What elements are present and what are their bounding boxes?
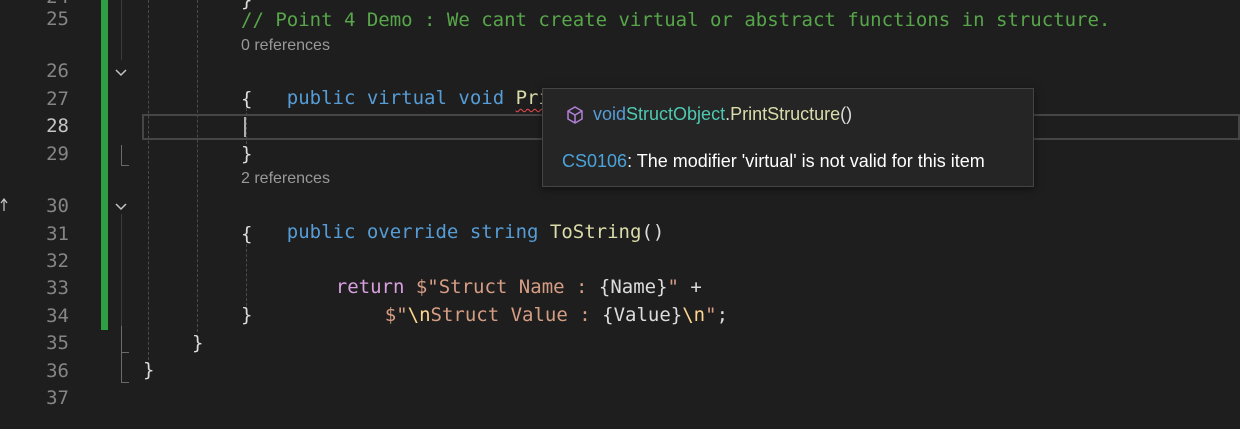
outline-bracket	[121, 145, 129, 166]
fold-chevron-icon[interactable]	[113, 198, 129, 214]
line-number-32: 32	[46, 250, 69, 272]
escape-sequence: \n	[407, 304, 431, 326]
fold-chevron-icon[interactable]	[113, 64, 129, 80]
keyword-public: public	[286, 87, 356, 109]
keyword-public: public	[286, 221, 356, 243]
code-line-29: }	[241, 143, 253, 165]
outline-guide	[121, 214, 122, 326]
line-number-27: 27	[46, 88, 69, 110]
line-number-37: 37	[46, 387, 69, 409]
method-name: ToString	[549, 221, 642, 243]
quick-info-tooltip: void StructObject. PrintStructure() CS010…	[542, 88, 1034, 187]
string-literal: $"	[384, 304, 408, 326]
code-line-36: }	[143, 359, 155, 381]
tooltip-error-message: CS0106: The modifier 'virtual' is not va…	[562, 151, 985, 172]
outline-bracket	[121, 326, 129, 353]
error-text: : The modifier 'virtual' is not valid fo…	[627, 151, 985, 171]
keyword-string: string	[469, 221, 539, 243]
code-editor[interactable]: 24 25 26 27 28 29 30 31 32 33 34 35 36 3…	[0, 0, 1240, 429]
line-number-36: 36	[46, 360, 69, 382]
code-lens-references[interactable]: 0 references	[241, 37, 330, 55]
escape-sequence: \n	[682, 304, 706, 326]
keyword-virtual: virtual	[366, 87, 447, 109]
tooltip-paren: ()	[840, 104, 853, 124]
line-number-25: 25	[46, 8, 69, 30]
string-literal: Struct Value :	[430, 304, 603, 326]
indent-guide	[148, 0, 149, 360]
code-line-25-comment: // Point 4 Demo : We cant create virtual…	[241, 9, 1111, 31]
tooltip-return-type: void	[593, 104, 627, 124]
line-number-24: 24	[0, 0, 69, 8]
line-number-30: 30	[46, 195, 69, 217]
code-line-31: {	[241, 223, 253, 245]
arrow-up-icon	[0, 198, 8, 211]
error-code-link[interactable]: CS0106	[562, 151, 627, 171]
keyword-void: void	[458, 87, 505, 109]
tooltip-signature: void StructObject. PrintStructure()	[565, 104, 852, 125]
paren: ()	[641, 221, 665, 243]
line-number-35: 35	[46, 332, 69, 354]
line-number-31: 31	[46, 223, 69, 245]
semicolon: ;	[716, 304, 729, 326]
string-literal: "	[705, 304, 717, 326]
keyword-override: override	[366, 221, 459, 243]
code-line-27: {	[241, 88, 253, 110]
line-number-28: 28	[46, 115, 69, 137]
indent-guide	[197, 0, 198, 332]
code-line-35: }	[192, 332, 204, 354]
interpolation: {Value}	[602, 304, 683, 326]
outline-guide	[121, 0, 122, 60]
change-indicator-bar	[101, 0, 108, 330]
line-number-34: 34	[46, 305, 69, 327]
line-number-29: 29	[46, 143, 69, 165]
tooltip-method-name: PrintStructure	[730, 104, 841, 124]
code-line-33: $"\nStruct Value : {Value}\n";	[339, 276, 728, 354]
method-cube-icon	[567, 105, 583, 124]
code-line-34: }	[241, 304, 253, 326]
outline-bracket	[121, 352, 129, 383]
code-lens-references[interactable]: 2 references	[241, 170, 330, 188]
line-number-26: 26	[46, 60, 69, 82]
tooltip-class-name[interactable]: StructObject	[626, 104, 725, 125]
line-number-33: 33	[46, 277, 69, 299]
